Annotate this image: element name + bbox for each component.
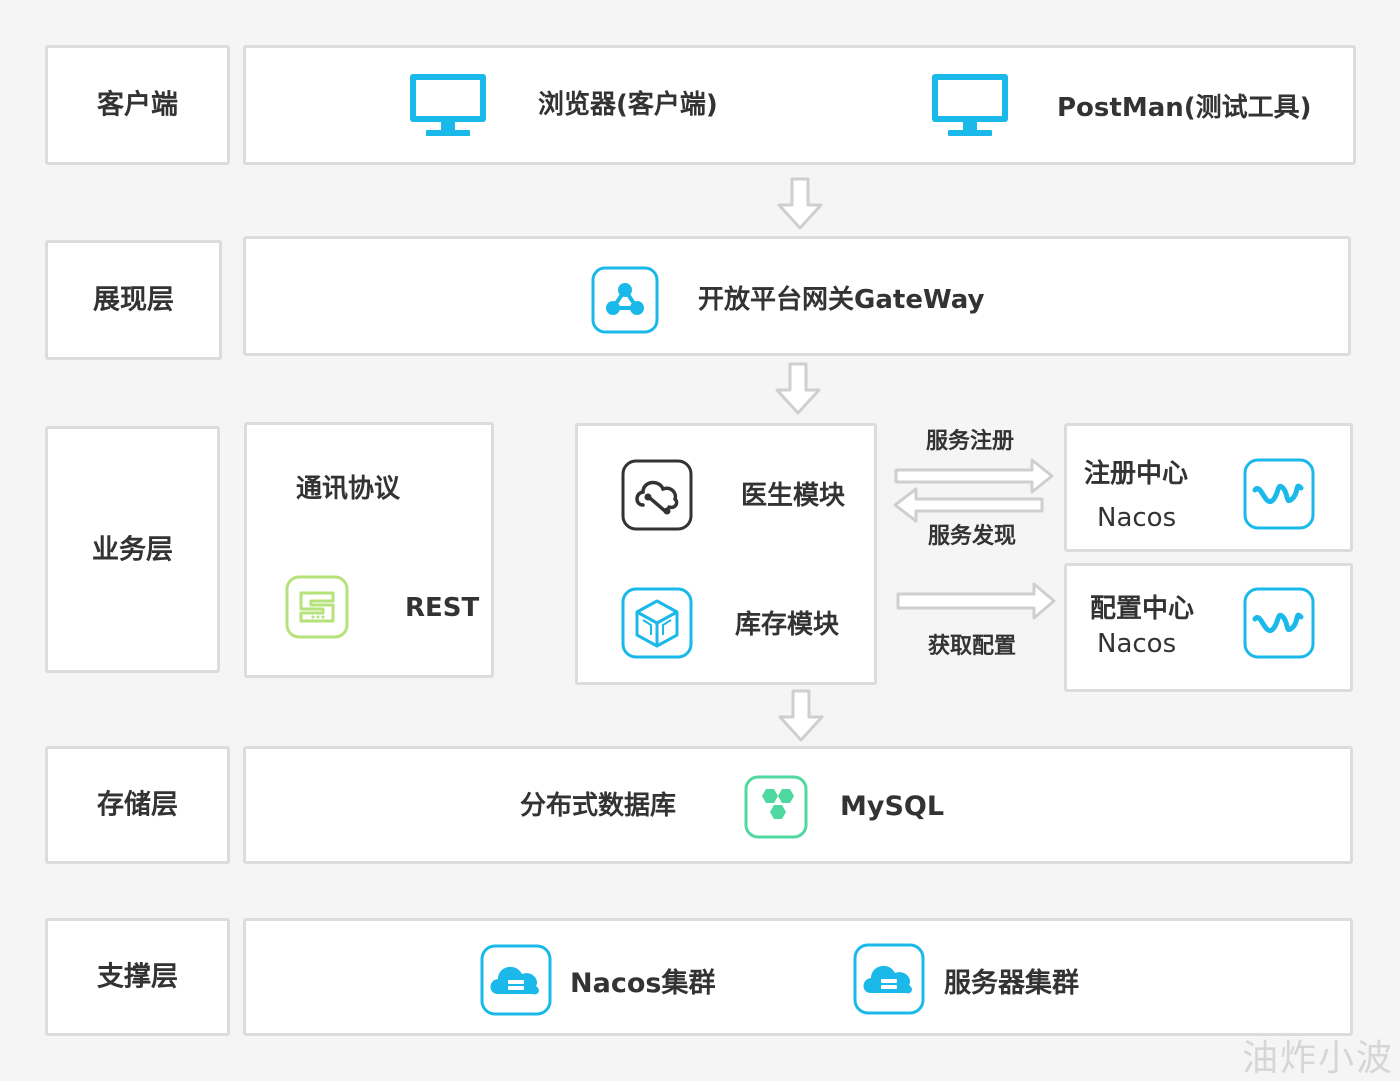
layer-support-box: 支撑层 [45,918,230,1036]
monitor-icon [410,74,486,136]
arrow-config-label: 获取配置 [928,634,1017,659]
down-arrow-icon [777,177,823,230]
registry-name: Nacos [1097,503,1177,533]
watermark-text: 油炸小波 [1241,1038,1394,1079]
support-nacos-cluster-label: Nacos集群 [570,968,716,999]
rest-protocol-icon [285,575,349,639]
layer-client-label: 客户端 [97,89,178,121]
layer-support-label: 支撑层 [97,961,178,993]
layer-business-label: 业务层 [92,534,173,565]
layer-storage-label: 存储层 [97,789,178,821]
monitor-icon [932,74,1008,136]
arrow-register-label: 服务注册 [926,429,1015,454]
module-doctor-label: 医生模块 [741,481,846,511]
layer-business-box: 业务层 [45,426,220,673]
cloud-link-icon [621,459,693,531]
arrow-discover-label: 服务发现 [928,524,1017,549]
down-arrow-icon [778,689,824,742]
mysql-hexagon-icon [744,775,808,839]
layer-storage-box: 存储层 [45,746,230,864]
nacos-wave-icon [1243,458,1315,530]
gateway-label: 开放平台网关GateWay [698,285,985,315]
support-server-cluster-label: 服务器集群 [944,968,1079,999]
left-arrow-icon [893,487,1044,523]
layer-presentation-label: 展现层 [93,284,174,316]
protocol-title: 通讯协议 [296,474,401,504]
storage-db-title: 分布式数据库 [520,791,677,821]
nacos-wave-icon [1243,587,1315,659]
module-inventory-label: 库存模块 [735,610,840,640]
cloud-server-icon [480,944,552,1016]
support-content-box [243,918,1353,1036]
layer-presentation-box: 展现层 [45,240,222,360]
protocol-name: REST [405,593,480,623]
config-name: Nacos [1097,629,1177,659]
gateway-share-icon [591,266,659,334]
protocol-box [244,422,494,678]
cube-icon [621,587,693,659]
cloud-server-icon [853,943,925,1015]
right-arrow-icon [896,582,1056,620]
storage-db-name: MySQL [840,791,945,822]
client-browser-label: 浏览器(客户端) [538,90,718,120]
registry-title: 注册中心 [1084,459,1189,489]
client-postman-label: PostMan(测试工具) [1057,93,1312,123]
layer-client-box: 客户端 [45,45,230,165]
config-title: 配置中心 [1090,594,1195,624]
down-arrow-icon [775,362,821,415]
